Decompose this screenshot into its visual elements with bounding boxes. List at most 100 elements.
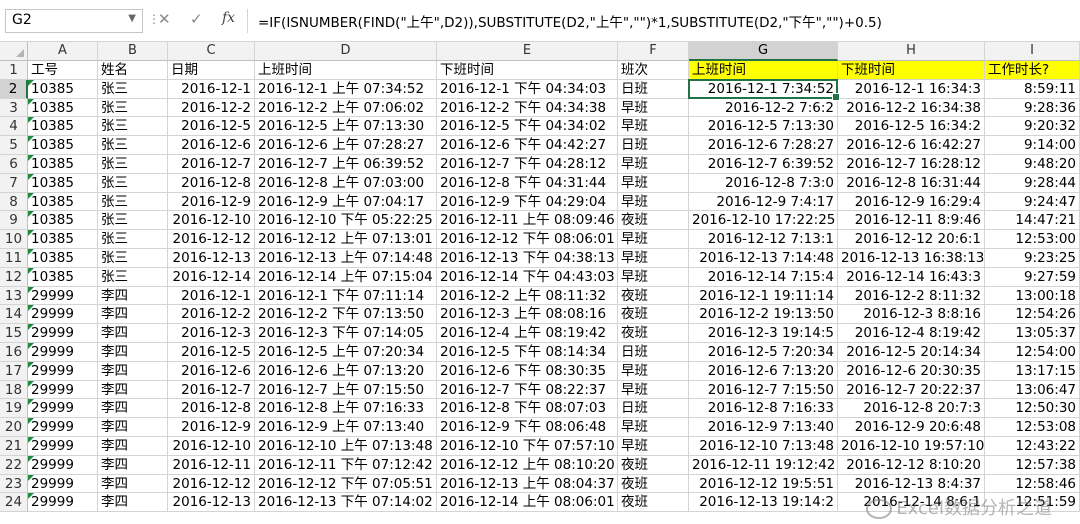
table-cell[interactable]: 2016-12-5 7:20:34: [689, 343, 838, 362]
table-cell[interactable]: 2016-12-9 7:13:40: [689, 418, 838, 437]
table-cell[interactable]: 2016-12-1 7:34:52: [689, 79, 838, 99]
table-cell[interactable]: 9:23:25: [985, 249, 1080, 268]
table-cell[interactable]: 10385: [28, 136, 98, 155]
table-cell[interactable]: 13:00:18: [985, 286, 1080, 306]
row-header[interactable]: 17: [0, 361, 28, 381]
row-header[interactable]: 19: [0, 399, 28, 419]
table-cell[interactable]: 张三: [98, 192, 168, 212]
table-cell[interactable]: 张三: [98, 230, 168, 249]
row-header[interactable]: 22: [0, 455, 28, 475]
table-cell[interactable]: 李四: [98, 343, 168, 362]
table-cell[interactable]: 张三: [98, 249, 168, 268]
table-cell[interactable]: 早班: [618, 361, 689, 381]
table-cell[interactable]: 2016-12-6 16:42:27: [838, 136, 985, 155]
column-header-d[interactable]: D: [255, 42, 437, 61]
column-header-f[interactable]: F: [618, 42, 689, 61]
table-cell[interactable]: 早班: [618, 380, 689, 400]
row-header[interactable]: 9: [0, 211, 28, 231]
table-cell[interactable]: 夜班: [618, 455, 689, 475]
table-cell[interactable]: 2016-12-1 下午 04:34:03: [437, 79, 618, 99]
name-box[interactable]: G2 ▼: [5, 9, 143, 33]
column-header-a[interactable]: A: [28, 42, 98, 61]
table-cell[interactable]: 张三: [98, 79, 168, 99]
table-cell[interactable]: 李四: [98, 437, 168, 456]
table-cell[interactable]: 2016-12-5 下午 08:14:34: [437, 343, 618, 362]
table-cell[interactable]: 2016-12-2 上午 07:06:02: [255, 98, 437, 118]
table-cell[interactable]: 2016-12-6: [168, 361, 255, 381]
table-cell[interactable]: 2016-12-12: [168, 474, 255, 494]
table-cell[interactable]: 12:54:00: [985, 343, 1080, 362]
header-cell[interactable]: 姓名: [98, 61, 168, 80]
row-header[interactable]: 23: [0, 474, 28, 494]
row-header[interactable]: 2: [0, 79, 28, 99]
table-cell[interactable]: 2016-12-3 8:8:16: [838, 305, 985, 325]
table-cell[interactable]: 2016-12-9: [168, 418, 255, 437]
table-cell[interactable]: 早班: [618, 230, 689, 249]
table-cell[interactable]: 早班: [618, 267, 689, 287]
table-cell[interactable]: 9:28:36: [985, 98, 1080, 118]
table-cell[interactable]: 2016-12-7 6:39:52: [689, 155, 838, 174]
table-cell[interactable]: 2016-12-10 下午 05:22:25: [255, 211, 437, 231]
table-cell[interactable]: 2016-12-6 20:30:35: [838, 361, 985, 381]
table-cell[interactable]: 2016-12-11 上午 08:09:46: [437, 211, 618, 231]
table-cell[interactable]: 张三: [98, 173, 168, 193]
table-cell[interactable]: 2016-12-13 上午 07:14:48: [255, 249, 437, 268]
table-cell[interactable]: 12:58:46: [985, 474, 1080, 494]
table-cell[interactable]: 李四: [98, 493, 168, 513]
table-cell[interactable]: 2016-12-13 上午 08:04:37: [437, 474, 618, 494]
table-cell[interactable]: 2016-12-9 下午 08:06:48: [437, 418, 618, 437]
table-cell[interactable]: 9:28:44: [985, 173, 1080, 193]
table-cell[interactable]: 2016-12-12 下午 08:06:01: [437, 230, 618, 249]
table-cell[interactable]: 2016-12-2: [168, 98, 255, 118]
table-cell[interactable]: 2016-12-12 8:10:20: [838, 455, 985, 475]
table-cell[interactable]: 早班: [618, 418, 689, 437]
table-cell[interactable]: 夜班: [618, 211, 689, 231]
table-cell[interactable]: 2016-12-8 7:16:33: [689, 399, 838, 419]
table-cell[interactable]: 2016-12-7 20:22:37: [838, 380, 985, 400]
row-header[interactable]: 21: [0, 437, 28, 456]
column-header-i[interactable]: I: [985, 42, 1080, 61]
select-all-button[interactable]: [0, 42, 28, 61]
table-cell[interactable]: 2016-12-10 下午 07:57:10: [437, 437, 618, 456]
table-cell[interactable]: 2016-12-13 下午 04:38:13: [437, 249, 618, 268]
table-cell[interactable]: 早班: [618, 437, 689, 456]
table-cell[interactable]: 2016-12-5 下午 04:34:02: [437, 117, 618, 137]
table-cell[interactable]: 12:53:00: [985, 230, 1080, 249]
table-cell[interactable]: 李四: [98, 305, 168, 325]
table-cell[interactable]: 2016-12-7: [168, 155, 255, 174]
table-cell[interactable]: 2016-12-6 上午 07:13:20: [255, 361, 437, 381]
table-cell[interactable]: 2016-12-9 20:6:48: [838, 418, 985, 437]
table-cell[interactable]: 2016-12-10 19:57:10: [838, 437, 985, 456]
table-cell[interactable]: 2016-12-13 8:4:37: [838, 474, 985, 494]
table-cell[interactable]: 2016-12-7 下午 04:28:12: [437, 155, 618, 174]
table-cell[interactable]: 9:24:47: [985, 192, 1080, 212]
table-cell[interactable]: 29999: [28, 493, 98, 513]
table-cell[interactable]: 2016-12-3 19:14:5: [689, 324, 838, 343]
table-cell[interactable]: 9:48:20: [985, 155, 1080, 174]
formula-input[interactable]: =IF(ISNUMBER(FIND("上午",D2)),SUBSTITUTE(D…: [258, 11, 882, 31]
table-cell[interactable]: 早班: [618, 155, 689, 174]
table-cell[interactable]: 李四: [98, 418, 168, 437]
table-cell[interactable]: 李四: [98, 361, 168, 381]
table-cell[interactable]: 李四: [98, 380, 168, 400]
header-cell[interactable]: 班次: [618, 61, 689, 80]
table-cell[interactable]: 29999: [28, 418, 98, 437]
table-cell[interactable]: 日班: [618, 79, 689, 99]
table-cell[interactable]: 12:54:26: [985, 305, 1080, 325]
table-cell[interactable]: 10385: [28, 192, 98, 212]
table-cell[interactable]: 14:47:21: [985, 211, 1080, 231]
table-cell[interactable]: 2016-12-1: [168, 79, 255, 99]
table-cell[interactable]: 2016-12-3 上午 08:08:16: [437, 305, 618, 325]
table-cell[interactable]: 2016-12-13 7:14:48: [689, 249, 838, 268]
table-cell[interactable]: 13:17:15: [985, 361, 1080, 381]
table-cell[interactable]: 2016-12-8 20:7:3: [838, 399, 985, 419]
table-cell[interactable]: 10385: [28, 267, 98, 287]
table-cell[interactable]: 2016-12-4 上午 08:19:42: [437, 324, 618, 343]
table-cell[interactable]: 夜班: [618, 305, 689, 325]
table-cell[interactable]: 2016-12-8 7:3:0: [689, 173, 838, 193]
table-cell[interactable]: 2016-12-11 19:12:42: [689, 455, 838, 475]
table-cell[interactable]: 10385: [28, 230, 98, 249]
table-cell[interactable]: 2016-12-11 下午 07:12:42: [255, 455, 437, 475]
table-cell[interactable]: 早班: [618, 117, 689, 137]
table-cell[interactable]: 2016-12-14 7:15:4: [689, 267, 838, 287]
